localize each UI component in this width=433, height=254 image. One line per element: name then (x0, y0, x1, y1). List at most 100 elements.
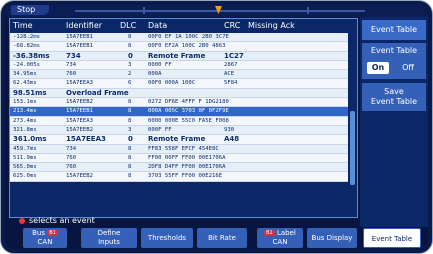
cell-data: Remote Frame (148, 51, 206, 60)
cell-time: 153.1ms (13, 99, 37, 106)
bus-display-softkey[interactable]: Bus Display (307, 228, 357, 248)
column-header-crc[interactable]: CRC (224, 19, 240, 32)
cell-identifier: 760 (66, 154, 77, 161)
column-header-time[interactable]: Time (13, 19, 33, 32)
cell-identifier: 15A7EEB1 (66, 108, 93, 115)
cell-time: 361.0ms (13, 135, 47, 144)
define-inputs-softkey[interactable]: Define Inputs (81, 228, 137, 248)
toggle-on-option[interactable]: On (367, 62, 389, 74)
cell-dlc: 0 (128, 135, 133, 144)
cell-identifier: 15A7EEA3 (66, 117, 93, 124)
event-table-scrollbar[interactable] (349, 33, 356, 216)
save-event-table-button[interactable]: Save Event Table (362, 83, 426, 111)
table-row[interactable]: -128.2ms 15A7EEB1 8 00F0 EF 1A 100C 2B0 3C7… (10, 33, 348, 43)
table-row[interactable]: 625.0ms 15A7EEB2 8 3703 55FF FF00 00E216E (10, 172, 348, 182)
status-hint: selects an event (19, 215, 95, 227)
cell-crc: A48 (224, 135, 240, 144)
label-softkey-label: Label (276, 229, 296, 237)
bus-softkey-value: CAN (37, 238, 53, 246)
multipurpose-knob-icon (19, 217, 25, 224)
cell-crc: 1C27 (224, 51, 244, 60)
table-row[interactable]: 34.95ms 760 2 000A ACE (10, 70, 348, 80)
label-softkey[interactable]: B1 Label CAN (257, 228, 303, 248)
define-inputs-label-line1: Define (97, 229, 121, 237)
timeline-marker (307, 7, 309, 14)
cell-time: -36.38ms (13, 51, 50, 60)
cell-time: 98.51ms (13, 88, 47, 97)
save-event-table-label-line1: Save (384, 87, 404, 96)
cell-identifier: 15A7EEA3 (66, 80, 93, 87)
event-table-toggle-button[interactable]: Event Table On Off (362, 43, 426, 79)
table-row[interactable]: 511.9ms 760 8 FF00 00FF FF00 00E1706A (10, 153, 348, 164)
cell-time: 625.0ms (13, 173, 37, 180)
bus-softkey[interactable]: Bus B1 CAN (23, 228, 67, 248)
table-row[interactable]: 321.8ms 15A7EEB2 3 000F FF 930 (10, 125, 348, 136)
cell-data: 000A 005C 3703 0F 0F2F9E (148, 108, 229, 115)
scope-bezel: Stop Time Identifier DLC Data CRC Missin… (0, 0, 433, 254)
cell-time: -68.82ms (13, 43, 40, 50)
table-row[interactable]: 62.43ms 15A7EEA3 6 00F0 000A 100C 5F84 (10, 79, 348, 89)
cell-data: 00F0 EF 1A 100C 2B0 3C7E (148, 34, 229, 40)
cell-time: -24.005s (13, 61, 40, 68)
table-row[interactable]: 459.7ms 734 8 FF83 558F EFCF 454E8C (10, 144, 348, 154)
cell-identifier: 734 (66, 51, 81, 60)
cell-identifier: 734 (66, 61, 77, 68)
toggle-off-option[interactable]: Off (393, 62, 423, 74)
cell-data: 0000 000E 55C0 FA5E F008 (148, 117, 229, 124)
table-row[interactable]: 361.0ms 15A7EEA3 0 Remote Frame A48 (10, 135, 348, 145)
cell-data: 0272 DF6E 4FFF F 1DG2180 (148, 99, 229, 106)
table-row[interactable]: 273.4ms 15A7EEA3 8 0000 000E 55C0 FA5E F008 (10, 116, 348, 126)
event-table-softkey[interactable]: Event Table (363, 228, 421, 248)
cell-identifier: 15A7EEA3 (66, 135, 106, 144)
cell-data: 00F0 EF2A 100C 2B0 4863 (148, 43, 226, 50)
cell-identifier: 15A7EEB2 (66, 173, 93, 180)
scrollbar-thumb[interactable] (350, 111, 355, 185)
bit-rate-softkey[interactable]: Bit Rate (197, 228, 247, 248)
on-off-toggle[interactable]: On Off (367, 62, 423, 74)
table-row[interactable]: 153.1ms 15A7EEB2 8 0272 DF6E 4FFF F 1DG2180 (10, 98, 348, 108)
cell-data: Remote Frame (148, 135, 206, 144)
cell-identifier: 15A7EEB2 (66, 99, 93, 106)
event-table-rows: -128.2ms 15A7EEB1 8 00F0 EF 1A 100C 2B0 3C7… (10, 33, 348, 182)
acquisition-state-label: Stop (11, 5, 50, 15)
column-header-data[interactable]: Data (148, 19, 167, 32)
cell-dlc: 8 (128, 34, 132, 40)
side-menu: Event Table Event Table On Off Save Even… (360, 17, 428, 227)
table-row[interactable]: -68.82ms 15A7EEB1 8 00F0 EF2A 100C 2B0 4863 (10, 42, 348, 52)
cell-data: FF83 558F EFCF 454E8C (148, 145, 219, 152)
hint-text: selects an event (29, 216, 95, 225)
save-event-table-label-line2: Event Table (370, 97, 418, 106)
cell-dlc: 8 (128, 108, 132, 115)
cell-data: 000A (148, 71, 162, 78)
cell-time: -128.2ms (13, 34, 40, 40)
cell-dlc: 8 (128, 154, 132, 161)
bottom-softkey-bar: Bus B1 CAN Define Inputs Thresholds Bit … (5, 227, 428, 249)
timeline-marker (143, 7, 145, 14)
cell-identifier: 760 (66, 164, 77, 171)
cell-crc: ACE (224, 71, 235, 78)
table-row-selected[interactable]: 213.4ms 15A7EEB1 8 000A 005C 3703 0F 0F2F9E (10, 107, 348, 117)
cell-identifier: 15A7EEB1 (66, 34, 93, 40)
side-menu-title: Event Table (362, 20, 426, 40)
cell-time: 213.4ms (13, 108, 37, 115)
cell-dlc: 8 (128, 99, 132, 106)
thresholds-softkey[interactable]: Thresholds (141, 228, 193, 248)
table-row[interactable]: 98.51ms Overload Frame (10, 88, 348, 99)
cell-time: 511.9ms (13, 154, 37, 161)
cell-dlc: 3 (128, 126, 132, 133)
cell-crc: 5F84 (224, 80, 238, 87)
column-header-missing-ack[interactable]: Missing Ack (248, 19, 295, 32)
table-row[interactable]: -24.005s 734 3 0000 FF 2867 (10, 60, 348, 71)
cell-time: 273.4ms (13, 117, 37, 124)
column-header-identifier[interactable]: Identifier (66, 19, 102, 32)
cell-dlc: 8 (128, 145, 132, 152)
table-row[interactable]: -36.38ms 734 0 Remote Frame 1C27 (10, 51, 348, 61)
cell-time: 459.7ms (13, 145, 37, 152)
table-row[interactable]: 565.0ms 760 8 2DF8 D4FF FF00 00E1706A (10, 163, 348, 173)
cell-data: 2DF8 D4FF FF00 00E1706A (148, 164, 226, 171)
cell-dlc: 8 (128, 173, 132, 180)
event-table-header: Time Identifier DLC Data CRC Missing Ack (10, 19, 357, 32)
acquisition-status-bar: Stop (5, 5, 428, 17)
cell-identifier: Overload Frame (66, 88, 129, 97)
column-header-dlc[interactable]: DLC (120, 19, 136, 32)
